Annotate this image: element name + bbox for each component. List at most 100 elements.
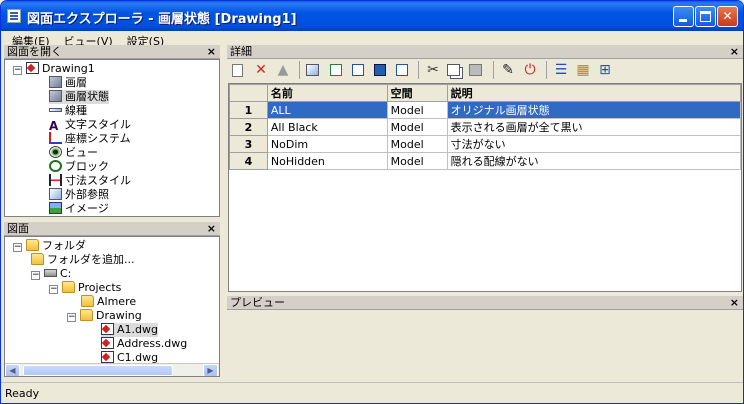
details-title: 詳細: [230, 45, 252, 58]
tree-item-dim-styles[interactable]: 寸法スタイル: [49, 174, 131, 188]
collapse-icon[interactable]: −: [67, 313, 76, 322]
linetype-icon: [49, 108, 62, 112]
restore-button[interactable]: [370, 60, 390, 80]
details-grid: 名前 空間 説明 1 ALL Model オリジナル画層状態 2 All Bla…: [228, 83, 742, 292]
details-close-icon[interactable]: ×: [730, 45, 739, 59]
collapse-icon[interactable]: −: [13, 66, 22, 75]
preview-close-icon[interactable]: ×: [730, 296, 739, 310]
row-number[interactable]: 2: [229, 118, 268, 136]
tree-item-add-folder[interactable]: フォルダを追加...: [31, 253, 135, 267]
edit-button[interactable]: ✎: [498, 60, 518, 80]
cell-description[interactable]: オリジナル画層状態: [446, 101, 742, 119]
open-drawings-close-icon[interactable]: ×: [207, 45, 216, 59]
row-number[interactable]: 1: [229, 101, 268, 119]
tree-item-coordinate-systems[interactable]: 座標システム: [49, 132, 131, 146]
layer-states-table: 名前 空間 説明 1 ALL Model オリジナル画層状態 2 All Bla…: [229, 84, 742, 170]
details-toolbar: ✕ ▲ ✂ ✎ ⏻ ☰ ▦ ⊞: [227, 58, 743, 82]
tree-item-linetypes[interactable]: 線種: [49, 104, 87, 118]
cell-name[interactable]: ALL: [266, 101, 388, 119]
cell-space[interactable]: Model: [386, 101, 448, 119]
cell-description[interactable]: 隠れる配線がない: [446, 152, 742, 170]
tree-item-images[interactable]: イメージ: [49, 202, 109, 216]
power-icon: ⏻: [524, 62, 536, 78]
column-header-space[interactable]: 空間: [386, 84, 448, 102]
tree-item-views[interactable]: ビュー: [49, 146, 98, 160]
close-button[interactable]: ✕: [717, 6, 738, 27]
minimize-button[interactable]: [673, 6, 694, 27]
cell-space[interactable]: Model: [386, 152, 448, 170]
scroll-right-icon[interactable]: ▶: [203, 364, 218, 376]
collapse-icon[interactable]: −: [31, 271, 40, 280]
minimize-icon: [679, 19, 687, 22]
row-number-header[interactable]: [229, 84, 268, 102]
tree-item-drawing1[interactable]: − Drawing1: [13, 62, 95, 76]
tree-item-address-dwg[interactable]: Address.dwg: [101, 337, 187, 351]
maximize-button[interactable]: [695, 6, 716, 27]
row-number[interactable]: 4: [229, 152, 268, 170]
tree-item-xrefs[interactable]: 外部参照: [49, 188, 109, 202]
tree-item-text-styles[interactable]: A 文字スタイル: [49, 118, 131, 133]
import-icon: [306, 64, 319, 76]
copy-button[interactable]: [445, 60, 465, 80]
tree-label: 画層: [65, 76, 87, 89]
scroll-thumb[interactable]: [23, 365, 173, 376]
cell-description[interactable]: 寸法がない: [446, 135, 742, 153]
drawings-close-icon[interactable]: ×: [207, 222, 216, 236]
table-row[interactable]: 3 NoDim Model 寸法がない: [229, 135, 742, 153]
cut-button[interactable]: ✂: [423, 60, 443, 80]
tree-view-button[interactable]: ⊞: [595, 60, 615, 80]
layer-states-icon: [49, 90, 62, 102]
cell-name[interactable]: All Black: [266, 118, 388, 136]
horizontal-scrollbar[interactable]: ◀ ▶: [5, 363, 219, 376]
check-button[interactable]: [326, 60, 346, 80]
details-view-button[interactable]: ☰: [551, 60, 571, 80]
scroll-left-icon[interactable]: ◀: [5, 364, 20, 376]
tree-item-a1-dwg[interactable]: A1.dwg: [101, 323, 158, 337]
cell-description[interactable]: 表示される画層が全て黒い: [446, 118, 742, 136]
column-header-name[interactable]: 名前: [266, 84, 388, 102]
icon-view-button[interactable]: ▦: [573, 60, 593, 80]
import-button[interactable]: [304, 60, 324, 80]
collapse-icon[interactable]: −: [49, 285, 58, 294]
folder-icon: [81, 295, 94, 307]
export-button[interactable]: [392, 60, 412, 80]
cell-name[interactable]: NoDim: [266, 135, 388, 153]
list-view-icon: ☰: [554, 62, 568, 78]
folder-icon: [26, 239, 39, 251]
cell-space[interactable]: Model: [386, 135, 448, 153]
tree-label: フォルダ: [42, 239, 86, 252]
open-drawings-title: 図面を開く: [7, 45, 62, 58]
tree-item-drive-c[interactable]: − C:: [31, 267, 71, 281]
tree-item-drawing-folder[interactable]: − Drawing: [67, 309, 142, 323]
preview-area: [228, 311, 742, 377]
cell-space[interactable]: Model: [386, 118, 448, 136]
power-button[interactable]: ⏻: [520, 60, 540, 80]
cell-name[interactable]: NoHidden: [266, 152, 388, 170]
table-row[interactable]: 4 NoHidden Model 隠れる配線がない: [229, 152, 742, 170]
tree-item-almere[interactable]: Almere: [81, 295, 136, 309]
purge-button[interactable]: ▲: [273, 60, 293, 80]
table-row[interactable]: 1 ALL Model オリジナル画層状態: [229, 101, 742, 119]
tree-item-projects[interactable]: − Projects: [49, 281, 121, 295]
maximize-icon: [700, 11, 711, 22]
status-text: Ready: [5, 387, 40, 400]
frame-button[interactable]: [348, 60, 368, 80]
row-number[interactable]: 3: [229, 135, 268, 153]
tree-label: Address.dwg: [117, 337, 188, 350]
tree-item-layers[interactable]: 画層: [49, 76, 87, 90]
open-drawings-tree: − Drawing1 画層 画層状態 線種 A 文字スタイル 座標システム ビュー …: [4, 59, 220, 217]
title-bar[interactable]: 図面エクスプローラ - 画層状態 [Drawing1] ✕: [1, 1, 743, 31]
column-header-description[interactable]: 説明: [446, 84, 742, 102]
paste-button[interactable]: [467, 60, 487, 80]
new-button[interactable]: [229, 60, 249, 80]
tree-item-folder[interactable]: − フォルダ: [13, 239, 86, 253]
table-row[interactable]: 2 All Black Model 表示される画層が全て黒い: [229, 118, 742, 136]
dimension-icon: [49, 174, 62, 186]
tree-item-blocks[interactable]: ブロック: [49, 160, 109, 174]
delete-button[interactable]: ✕: [251, 60, 271, 80]
toolbar-separator: [493, 61, 494, 79]
collapse-icon[interactable]: −: [13, 243, 22, 252]
tree-label: 座標システム: [65, 132, 131, 145]
tree-item-layer-states[interactable]: 画層状態: [49, 90, 109, 104]
app-icon: [7, 9, 21, 23]
